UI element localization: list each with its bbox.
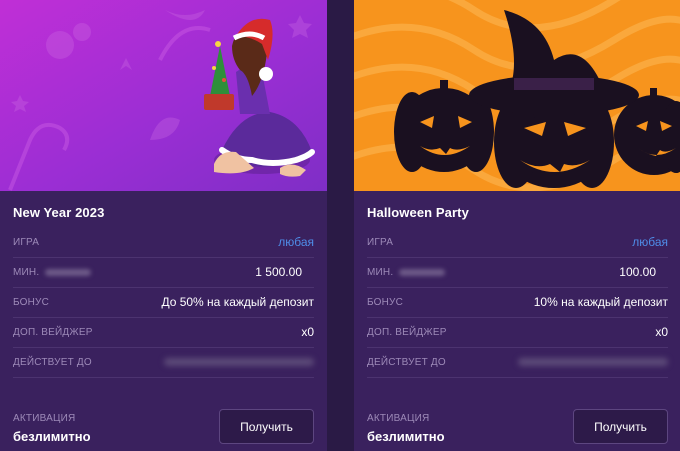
detail-row-wager: ДОП. ВЕЙДЖЕР x0 (367, 317, 668, 348)
activation-label: АКТИВАЦИЯ (13, 413, 76, 424)
detail-row-game: ИГРА любая (367, 227, 668, 258)
get-bonus-button[interactable]: Получить (219, 409, 314, 444)
blurred-date (518, 358, 668, 366)
blurred-date (164, 358, 314, 366)
get-bonus-button[interactable]: Получить (573, 409, 668, 444)
game-label: ИГРА (13, 237, 40, 248)
bonus-value: 10% на каждый депозит (533, 295, 668, 309)
game-value-link[interactable]: любая (632, 235, 668, 249)
blurred-text (399, 268, 446, 276)
activation-label: АКТИВАЦИЯ (367, 413, 430, 424)
detail-row-min: МИН. 100.00 (367, 257, 668, 288)
detail-row-game: ИГРА любая (13, 227, 314, 258)
bonus-value: До 50% на каждый депозит (161, 295, 314, 309)
detail-row-min: МИН. 1 500.00 (13, 257, 314, 288)
promo-title: New Year 2023 (13, 205, 105, 220)
valid-until-label: ДЕЙСТВУЕТ ДО (367, 357, 446, 368)
promo-banner-halloween (354, 0, 680, 191)
activation-value: безлимитно (367, 429, 445, 444)
game-value-link[interactable]: любая (278, 235, 314, 249)
promo-details: Halloween Party ИГРА любая МИН. 100.00 Б… (354, 191, 680, 451)
wager-label: ДОП. ВЕЙДЖЕР (367, 327, 447, 338)
min-label: МИН. (367, 267, 446, 278)
detail-row-wager: ДОП. ВЕЙДЖЕР x0 (13, 317, 314, 348)
wager-value: x0 (655, 325, 668, 339)
promo-title: Halloween Party (367, 205, 469, 220)
promo-card-new-year: New Year 2023 ИГРА любая МИН. 1 500.00 Б… (0, 0, 327, 451)
detail-row-bonus: БОНУС 10% на каждый депозит (367, 287, 668, 318)
detail-row-valid-until: ДЕЙСТВУЕТ ДО (13, 347, 314, 378)
detail-row-bonus: БОНУС До 50% на каждый депозит (13, 287, 314, 318)
promo-banner-new-year (0, 0, 327, 191)
bonus-label: БОНУС (13, 297, 50, 308)
blurred-text (45, 268, 92, 276)
christmas-girl-illustration (0, 0, 327, 191)
wager-value: x0 (301, 325, 314, 339)
min-value: 100.00 (619, 265, 656, 279)
promo-details: New Year 2023 ИГРА любая МИН. 1 500.00 Б… (0, 191, 327, 451)
bonus-label: БОНУС (367, 297, 404, 308)
min-value: 1 500.00 (255, 265, 302, 279)
min-label: МИН. (13, 267, 92, 278)
promo-card-halloween: Halloween Party ИГРА любая МИН. 100.00 Б… (354, 0, 680, 451)
game-label: ИГРА (367, 237, 394, 248)
activation-value: безлимитно (13, 429, 91, 444)
valid-until-label: ДЕЙСТВУЕТ ДО (13, 357, 92, 368)
wager-label: ДОП. ВЕЙДЖЕР (13, 327, 93, 338)
detail-row-valid-until: ДЕЙСТВУЕТ ДО (367, 347, 668, 378)
pumpkin-witch-hat-illustration (354, 0, 680, 191)
